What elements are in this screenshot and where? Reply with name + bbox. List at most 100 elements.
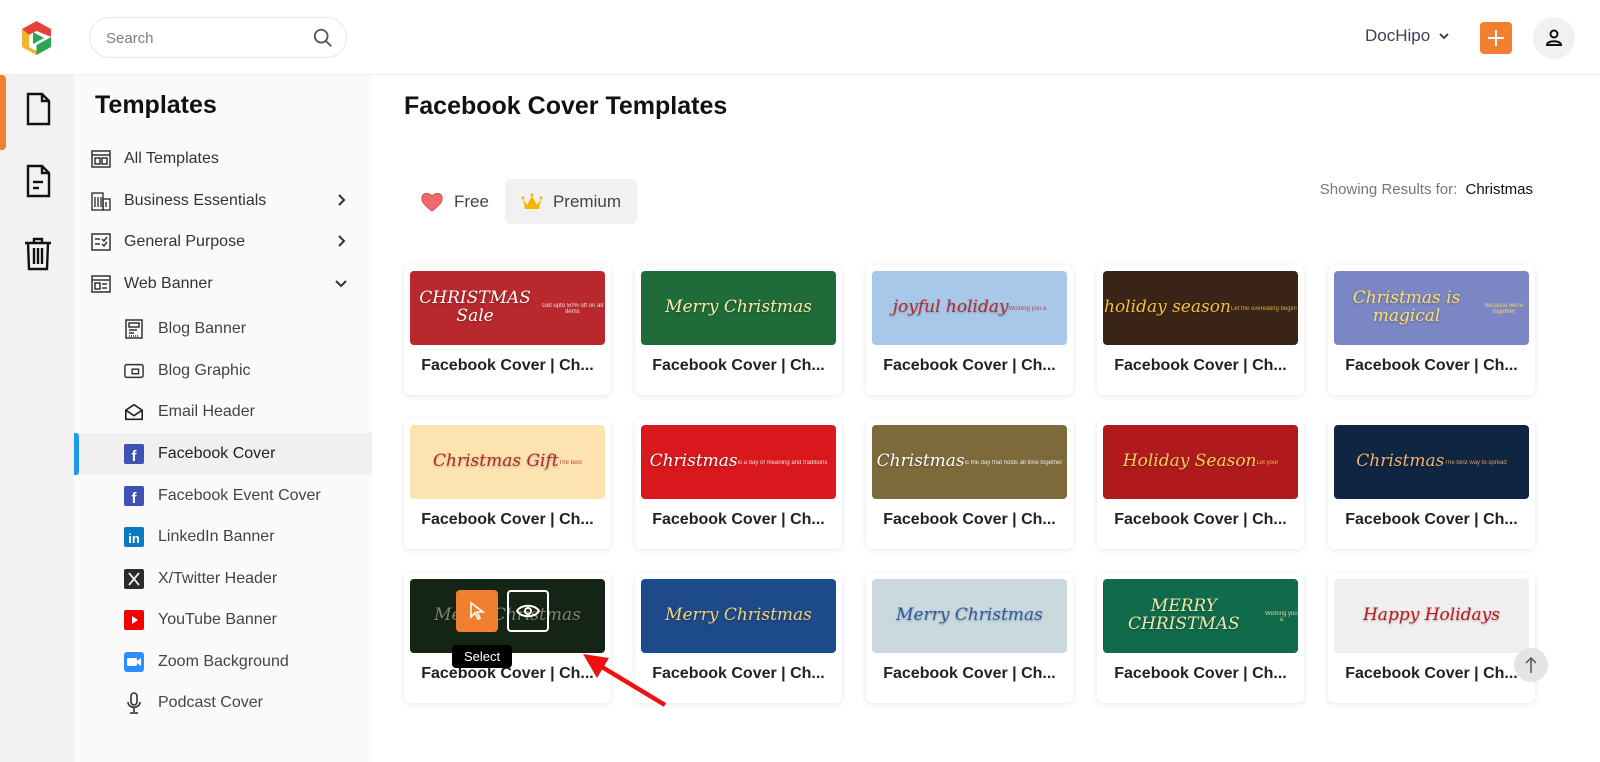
checklist-icon	[90, 231, 112, 253]
rail-documents-button[interactable]	[22, 163, 54, 199]
plus-icon	[1488, 30, 1504, 46]
search-bar[interactable]	[89, 17, 347, 58]
template-card[interactable]: MERRY CHRISTMAS Wishing you a Facebook Cov…	[1097, 573, 1304, 703]
template-card[interactable]: CHRISTMAS Sale Get upto 50% off on all it…	[404, 265, 611, 395]
template-thumbnail[interactable]: CHRISTMAS Sale Get upto 50% off on all it…	[410, 271, 605, 345]
thumbnail-subtext: Wishing you a	[1265, 611, 1298, 623]
sidebar-item-blog-graphic[interactable]: Blog Graphic	[74, 350, 372, 392]
template-thumbnail[interactable]: Merry Christmas	[641, 579, 836, 653]
sidebar-item-web-banner[interactable]: Web Banner	[90, 266, 360, 302]
user-avatar-button[interactable]	[1533, 17, 1575, 59]
facebook-icon: f	[124, 486, 144, 506]
thumbnail-subtext: is the day that holds all time together	[964, 460, 1063, 466]
template-card[interactable]: Holiday Season Let your Facebook Cover | C…	[1097, 419, 1304, 549]
results-label: Showing Results for:	[1319, 181, 1458, 198]
thumbnail-subtext: The best	[558, 460, 582, 466]
sidebar-item-x-twitter-header[interactable]: X/Twitter Header	[74, 558, 372, 600]
template-grid: CHRISTMAS Sale Get upto 50% off on all it…	[404, 265, 1535, 703]
tab-premium[interactable]: Premium	[504, 179, 637, 224]
blog-graphic-icon	[124, 361, 144, 381]
thumbnail-headline: Christmas	[1356, 451, 1445, 472]
sidebar-item-business-essentials[interactable]: Business Essentials	[90, 183, 360, 219]
rail-trash-button[interactable]	[22, 235, 54, 271]
template-name: Facebook Cover | Ch...	[652, 511, 825, 528]
template-thumbnail[interactable]: holiday season Let the overeating begin!	[1103, 271, 1298, 345]
main-content: Facebook Cover Templates Free Premium Sh…	[372, 75, 1600, 762]
sidebar-item-facebook-cover[interactable]: f Facebook Cover	[74, 433, 372, 475]
thumbnail-headline: Merry Christmas	[665, 297, 812, 318]
sidebar-item-general-purpose[interactable]: General Purpose	[90, 224, 360, 260]
template-name: Facebook Cover | Ch...	[652, 665, 825, 682]
template-card[interactable]: Merry Christmas Facebook Cover | Ch... Sel…	[404, 573, 611, 703]
select-template-button[interactable]	[456, 590, 498, 632]
thumbnail-headline: holiday season	[1104, 297, 1231, 318]
template-card[interactable]: Happy Holidays Facebook Cover | Ch...	[1328, 573, 1535, 703]
template-thumbnail[interactable]: Christmas is magical because we're togeth…	[1334, 271, 1529, 345]
dochipo-logo[interactable]	[18, 19, 55, 57]
cursor-pointer-icon	[470, 601, 486, 621]
tab-free[interactable]: Free	[404, 179, 505, 224]
template-card[interactable]: holiday season Let the overeating begin! F…	[1097, 265, 1304, 395]
template-name: Facebook Cover | Ch...	[883, 511, 1056, 528]
trash-icon	[25, 237, 51, 271]
arrow-up-icon	[1525, 656, 1537, 673]
template-card[interactable]: Christmas Gift The best Facebook Cover | C…	[404, 419, 611, 549]
template-thumbnail[interactable]: Happy Holidays	[1334, 579, 1529, 653]
left-rail	[0, 75, 74, 762]
sidebar-item-linkedin-banner[interactable]: in LinkedIn Banner	[74, 516, 372, 558]
sidebar-item-email-header[interactable]: Email Header	[74, 391, 372, 433]
search-input[interactable]	[106, 27, 306, 49]
thumbnail-subtext: Get upto 50% off on all items	[542, 303, 604, 315]
document-icon	[26, 164, 51, 198]
template-thumbnail[interactable]: joyful holiday Wishing you a	[872, 271, 1067, 345]
template-card[interactable]: joyful holiday Wishing you a Facebook Cove…	[866, 265, 1073, 395]
template-name: Facebook Cover | Ch...	[883, 357, 1056, 374]
sidebar-item-facebook-event-cover[interactable]: f Facebook Event Cover	[74, 475, 372, 517]
all-templates-icon	[90, 148, 112, 170]
email-icon	[124, 402, 144, 422]
chevron-down-icon	[335, 280, 347, 288]
sidebar-title: Templates	[95, 91, 217, 119]
thumbnail-headline: Christmas is magical	[1352, 288, 1461, 326]
template-thumbnail[interactable]: MERRY CHRISTMAS Wishing you a	[1103, 579, 1298, 653]
heart-icon	[421, 192, 443, 212]
workspace-label: DocHipo	[1365, 26, 1431, 45]
template-card[interactable]: Christmas is magical because we're togeth…	[1328, 265, 1535, 395]
workspace-dropdown[interactable]: DocHipo	[1365, 26, 1450, 46]
thumbnail-subtext: because we're together	[1484, 303, 1524, 315]
template-thumbnail[interactable]: Christmas is a day of meaning and traditi…	[641, 425, 836, 499]
template-thumbnail[interactable]: Holiday Season Let your	[1103, 425, 1298, 499]
template-card[interactable]: Merry Christmas Facebook Cover | Ch...	[635, 573, 842, 703]
preview-template-button[interactable]	[507, 590, 549, 632]
template-thumbnail[interactable]: Merry Christmas	[641, 271, 836, 345]
template-card[interactable]: Christmas is a day of meaning and traditi…	[635, 419, 842, 549]
template-name: Facebook Cover | Ch...	[652, 357, 825, 374]
top-header: DocHipo	[0, 0, 1600, 75]
templates-sidebar: Templates All Templates Business Essenti…	[74, 75, 372, 762]
template-thumbnail[interactable]: Merry Christmas	[872, 579, 1067, 653]
sidebar-item-podcast-cover[interactable]: Podcast Cover	[74, 682, 372, 724]
rail-templates-button[interactable]	[22, 91, 54, 127]
results-summary: Showing Results for: Christmas	[1320, 181, 1533, 198]
sidebar-item-youtube-banner[interactable]: YouTube Banner	[74, 599, 372, 641]
template-card[interactable]: Christmas is the day that holds all time …	[866, 419, 1073, 549]
template-thumbnail[interactable]: Christmas The best way to spread	[1334, 425, 1529, 499]
web-banner-icon	[90, 273, 112, 295]
create-new-button[interactable]	[1480, 22, 1512, 54]
template-name: Facebook Cover | Ch...	[421, 511, 594, 528]
thumbnail-headline: Christmas	[649, 451, 738, 472]
template-card[interactable]: Merry Christmas Facebook Cover | Ch...	[866, 573, 1073, 703]
search-icon[interactable]	[312, 27, 334, 49]
thumbnail-headline: Happy Holidays	[1362, 605, 1500, 626]
template-thumbnail[interactable]: Christmas Gift The best	[410, 425, 605, 499]
sidebar-item-zoom-background[interactable]: Zoom Background	[74, 641, 372, 683]
template-card[interactable]: Christmas The best way to spread Facebook …	[1328, 419, 1535, 549]
sidebar-item-all-templates[interactable]: All Templates	[90, 141, 360, 177]
page-title: Facebook Cover Templates	[404, 92, 728, 120]
thumbnail-headline: Merry Christmas	[896, 605, 1043, 626]
template-card[interactable]: Merry Christmas Facebook Cover | Ch...	[635, 265, 842, 395]
sidebar-item-blog-banner[interactable]: Blog Banner	[74, 308, 372, 350]
chevron-down-icon	[1439, 33, 1449, 40]
template-thumbnail[interactable]: Christmas is the day that holds all time …	[872, 425, 1067, 499]
scroll-to-top-button[interactable]	[1514, 648, 1548, 682]
